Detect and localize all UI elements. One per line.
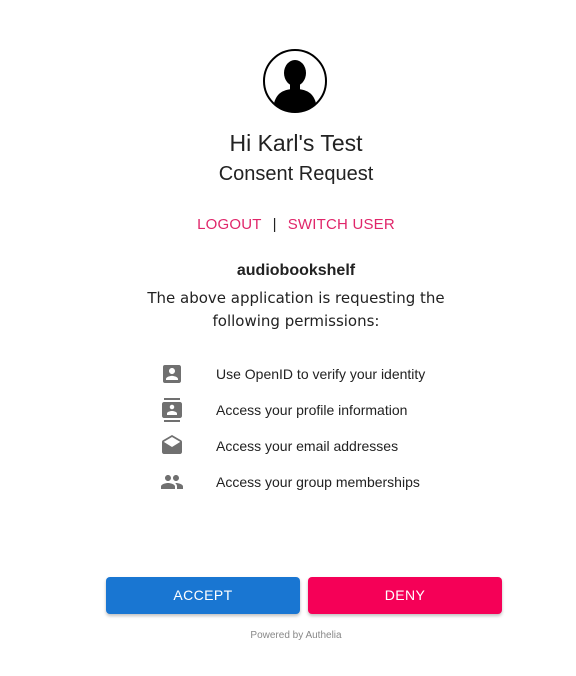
greeting-title: Hi Karl's Test	[229, 130, 363, 156]
permission-item-groups: Access your group memberships	[160, 470, 480, 494]
user-avatar-icon	[263, 49, 327, 113]
account-links: LOGOUT | SWITCH USER	[0, 216, 576, 233]
group-icon	[161, 475, 183, 489]
drafts-icon	[162, 435, 182, 454]
permission-item-email: Access your email addresses	[160, 434, 480, 458]
contacts-icon	[162, 398, 182, 422]
powered-by-footer[interactable]: Powered by Authelia	[0, 630, 576, 641]
consent-page: Hi Karl's Test Consent Request LOGOUT | SW…	[0, 0, 576, 676]
permission-label: Access your email addresses	[216, 438, 399, 454]
client-name: audiobookshelf	[236, 262, 356, 279]
link-separator: |	[272, 216, 277, 233]
logout-link[interactable]: LOGOUT	[197, 216, 262, 233]
permission-label: Access your profile information	[216, 402, 408, 418]
request-message: The above application is requesting the …	[147, 289, 445, 330]
deny-button[interactable]: DENY	[308, 577, 502, 614]
accept-button[interactable]: ACCEPT	[106, 577, 300, 614]
permission-item-profile: Access your profile information	[160, 398, 480, 422]
permission-label: Access your group memberships	[216, 474, 420, 490]
switch-user-link[interactable]: SWITCH USER	[288, 216, 395, 233]
consent-subtitle: Consent Request	[218, 163, 374, 185]
permission-label: Use OpenID to verify your identity	[216, 366, 426, 382]
permission-item-openid: Use OpenID to verify your identity	[160, 362, 480, 386]
account-box-icon	[163, 365, 181, 383]
